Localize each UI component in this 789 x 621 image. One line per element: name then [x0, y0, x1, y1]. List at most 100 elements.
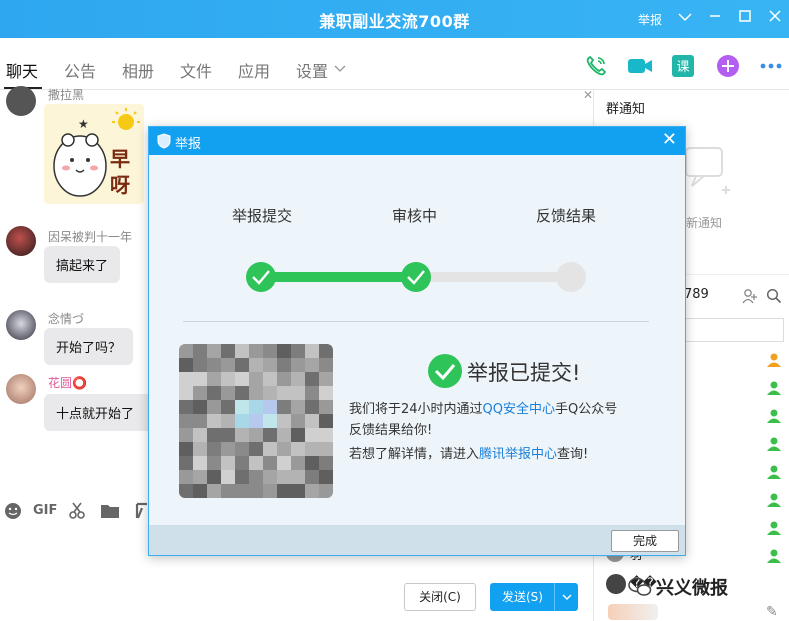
wechat-logo-icon	[628, 576, 652, 602]
message-bubble: 搞起来了	[44, 246, 121, 283]
add-app-icon[interactable]	[716, 54, 740, 78]
avatar	[6, 86, 36, 116]
mosaic-cell	[249, 344, 263, 358]
close-button[interactable]: 关闭(C)	[404, 583, 476, 611]
tab-chat[interactable]: 聊天	[6, 58, 38, 82]
sender-name: 撒拉黑	[48, 88, 85, 102]
close-icon[interactable]	[764, 5, 786, 31]
blurred-member	[608, 604, 658, 620]
mosaic-cell	[235, 484, 249, 498]
scissors-icon[interactable]	[68, 502, 86, 524]
mosaic-cell	[193, 358, 207, 372]
mosaic-cell	[249, 400, 263, 414]
step-1-dot	[246, 262, 276, 292]
mosaic-cell	[277, 344, 291, 358]
add-member-icon[interactable]	[742, 288, 758, 308]
step-2-dot	[401, 262, 431, 292]
mosaic-cell	[207, 400, 221, 414]
gif-button[interactable]: GIF	[33, 503, 57, 518]
search-icon[interactable]	[766, 288, 782, 308]
phone-icon[interactable]	[584, 54, 608, 78]
member-search-input[interactable]	[684, 318, 784, 342]
minimize-icon[interactable]	[704, 5, 726, 31]
mosaic-cell	[319, 386, 333, 400]
dialog-footer	[149, 525, 685, 555]
mosaic-cell	[249, 470, 263, 484]
mosaic-cell	[291, 386, 305, 400]
line3-text: 若想了解详情，请进入	[349, 447, 480, 462]
mosaic-cell	[221, 484, 235, 498]
mosaic-cell	[319, 414, 333, 428]
more-icon[interactable]	[759, 54, 783, 78]
mosaic-cell	[277, 470, 291, 484]
step-review: 审核中	[392, 207, 438, 225]
mosaic-cell	[263, 358, 277, 372]
screenshot-icon[interactable]	[134, 502, 148, 524]
message-bubble: 十点就开始了	[44, 394, 156, 431]
mosaic-cell	[305, 400, 319, 414]
chevron-down-icon[interactable]	[554, 583, 578, 611]
mosaic-cell	[319, 428, 333, 442]
course-icon[interactable]: 课	[671, 54, 695, 78]
mosaic-cell	[277, 456, 291, 470]
mosaic-cell	[291, 414, 305, 428]
tab-files[interactable]: 文件	[180, 58, 212, 82]
mosaic-cell	[319, 372, 333, 386]
tab-apps[interactable]: 应用	[238, 58, 270, 82]
mosaic-cell	[319, 400, 333, 414]
tencent-report-link[interactable]: 腾讯举报中心	[479, 447, 557, 462]
mosaic-cell	[193, 400, 207, 414]
mosaic-cell	[207, 456, 221, 470]
tab-settings[interactable]: 设置	[296, 58, 328, 82]
mosaic-cell	[193, 428, 207, 442]
maximize-icon[interactable]	[734, 5, 756, 31]
mosaic-cell	[235, 358, 249, 372]
video-call-icon[interactable]	[627, 54, 652, 78]
mosaic-cell	[291, 358, 305, 372]
check-circle-icon	[427, 353, 463, 393]
line1-suffix: 手Q公众号	[555, 402, 618, 417]
tab-album[interactable]: 相册	[122, 58, 154, 82]
close-icon[interactable]: ✕	[583, 88, 593, 102]
mosaic-cell	[221, 400, 235, 414]
send-label: 发送(S)	[502, 590, 543, 604]
mosaic-cell	[249, 358, 263, 372]
qq-security-link[interactable]: QQ安全中心	[483, 402, 555, 417]
chevron-down-icon[interactable]	[674, 5, 696, 31]
mosaic-cell	[179, 344, 193, 358]
done-button[interactable]: 完成	[611, 530, 679, 552]
mosaic-cell	[291, 456, 305, 470]
mosaic-cell	[263, 372, 277, 386]
report-link[interactable]: 举报	[638, 11, 662, 28]
message-bubble: 开始了吗？	[44, 328, 134, 365]
mosaic-cell	[221, 442, 235, 456]
tab-announcement[interactable]: 公告	[64, 58, 96, 82]
mosaic-cell	[221, 470, 235, 484]
divider	[183, 321, 649, 322]
mosaic-cell	[319, 344, 333, 358]
mosaic-cell	[263, 344, 277, 358]
mosaic-cell	[235, 456, 249, 470]
mosaic-cell	[193, 372, 207, 386]
step-3-dot	[556, 262, 586, 292]
close-icon[interactable]: ✕	[662, 130, 677, 150]
mosaic-cell	[207, 442, 221, 456]
mosaic-cell	[319, 442, 333, 456]
mosaic-cell	[277, 414, 291, 428]
svg-text:课: 课	[676, 60, 689, 75]
mosaic-cell	[221, 386, 235, 400]
mosaic-cell	[305, 456, 319, 470]
mosaic-cell	[193, 470, 207, 484]
mosaic-cell	[277, 484, 291, 498]
send-button[interactable]: 发送(S)	[490, 583, 578, 611]
notice-empty-text: 新通知	[686, 216, 723, 230]
mosaic-cell	[249, 386, 263, 400]
mosaic-cell	[221, 344, 235, 358]
edit-icon[interactable]: ✎	[766, 604, 778, 620]
sticker-image: ★ 早呀	[44, 104, 144, 204]
mosaic-cell	[319, 456, 333, 470]
folder-icon[interactable]	[100, 502, 120, 524]
title-bar: 兼职副业交流700群 举报	[0, 0, 789, 38]
emoji-icon[interactable]	[4, 502, 22, 524]
mosaic-cell	[263, 386, 277, 400]
